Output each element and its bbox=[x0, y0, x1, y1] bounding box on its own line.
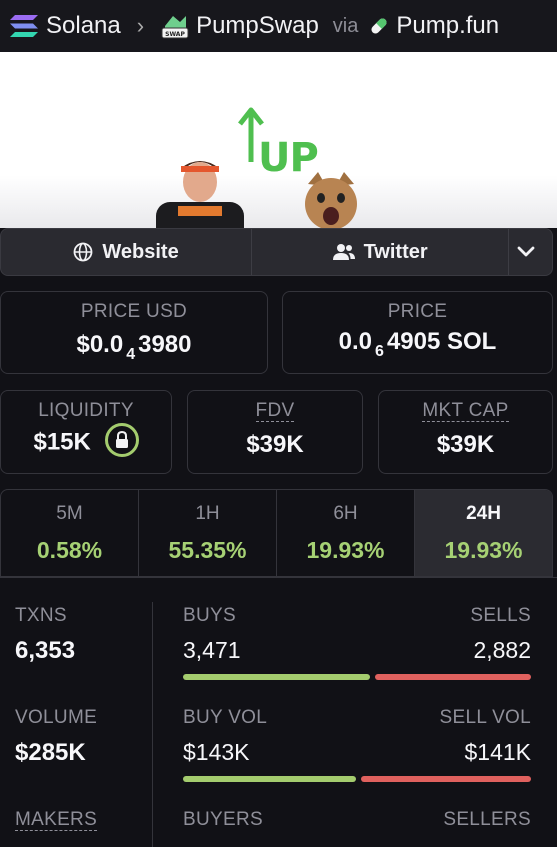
buy-vol-value: $143K bbox=[183, 739, 250, 765]
twitter-label: Twitter bbox=[363, 240, 428, 263]
twitter-button[interactable]: Twitter bbox=[252, 229, 510, 275]
tab-5m[interactable]: 5M 0.58% bbox=[1, 490, 139, 576]
fdv-label[interactable]: FDV bbox=[188, 400, 362, 422]
mkt-cap-card: MKT CAP $39K bbox=[378, 390, 553, 474]
launchpad-link[interactable]: Pump.fun bbox=[396, 12, 499, 40]
token-banner: UP bbox=[0, 52, 557, 228]
social-links: Website Twitter bbox=[0, 228, 553, 276]
chain-link[interactable]: Solana bbox=[46, 12, 121, 40]
person-image bbox=[156, 161, 244, 228]
buy-vol-label: BUY VOL bbox=[183, 707, 268, 728]
more-links-button[interactable] bbox=[509, 229, 552, 275]
sells-label: SELLS bbox=[470, 605, 531, 626]
buys-label: BUYS bbox=[183, 605, 236, 626]
tab-6h[interactable]: 6H 19.93% bbox=[277, 490, 415, 576]
sell-vol-value: $141K bbox=[464, 739, 531, 765]
globe-icon bbox=[73, 242, 93, 262]
mkt-cap-label[interactable]: MKT CAP bbox=[379, 400, 552, 422]
dex-link[interactable]: PumpSwap bbox=[196, 12, 319, 40]
mkt-cap-value: $39K bbox=[436, 431, 495, 458]
tab-1h[interactable]: 1H 55.35% bbox=[139, 490, 277, 576]
buyers-label: BUYERS bbox=[183, 809, 263, 830]
fdv-value: $39K bbox=[246, 431, 304, 458]
txns-label: TXNS bbox=[15, 605, 67, 626]
price-usd-value: $0.0 4 3980 bbox=[76, 331, 192, 363]
price-label: PRICE bbox=[387, 301, 448, 322]
liquidity-value: $15K bbox=[33, 428, 91, 456]
chevron-down-icon bbox=[517, 246, 535, 257]
volume-label: VOLUME bbox=[15, 707, 98, 728]
tab-24h[interactable]: 24H 19.93% bbox=[415, 490, 552, 576]
price-sol-value: 0.0 6 4905 SOL bbox=[338, 328, 497, 360]
pumpswap-icon: SWAP bbox=[160, 12, 190, 40]
sell-vol-bar bbox=[361, 776, 531, 782]
breadcrumb: Solana › SWAP PumpSwap via Pump.fun bbox=[0, 0, 557, 52]
sells-value: 2,882 bbox=[473, 637, 531, 663]
lock-icon[interactable] bbox=[104, 423, 139, 457]
liquidity-value-row: $15K bbox=[1, 423, 171, 460]
solana-icon bbox=[10, 15, 38, 37]
liquidity-label: LIQUIDITY bbox=[38, 400, 134, 421]
price-usd-card: PRICE USD $0.0 4 3980 bbox=[0, 291, 268, 374]
buy-vol-bar bbox=[183, 776, 356, 782]
makers-label[interactable]: MAKERS bbox=[15, 809, 98, 831]
txns-value: 6,353 bbox=[15, 637, 76, 664]
website-label: Website bbox=[102, 240, 179, 263]
buys-value: 3,471 bbox=[183, 637, 241, 663]
cat-image bbox=[305, 172, 357, 228]
fdv-card: FDV $39K bbox=[187, 390, 363, 474]
via-label: via bbox=[332, 14, 359, 37]
trade-stats: TXNS 6,353 BUYS 3,471 SELLS 2,882 VOLUME… bbox=[0, 577, 557, 847]
sells-bar bbox=[375, 674, 531, 680]
liquidity-card: LIQUIDITY $15K bbox=[0, 390, 172, 474]
pill-icon bbox=[368, 15, 390, 37]
price-sol-card: PRICE 0.0 6 4905 SOL bbox=[282, 291, 553, 374]
buys-bar bbox=[183, 674, 370, 680]
price-usd-label: PRICE USD bbox=[80, 301, 188, 322]
users-icon bbox=[332, 244, 355, 260]
volume-value: $285K bbox=[15, 739, 86, 766]
stats-divider bbox=[152, 602, 153, 847]
chevron-right-icon: › bbox=[136, 13, 145, 38]
timeframe-tabs: 5M 0.58% 1H 55.35% 6H 19.93% 24H 19.93% bbox=[0, 489, 553, 577]
sell-vol-label: SELL VOL bbox=[439, 707, 531, 728]
website-button[interactable]: Website bbox=[1, 229, 253, 275]
sellers-label: SELLERS bbox=[443, 809, 531, 830]
svg-text:SWAP: SWAP bbox=[165, 31, 185, 38]
